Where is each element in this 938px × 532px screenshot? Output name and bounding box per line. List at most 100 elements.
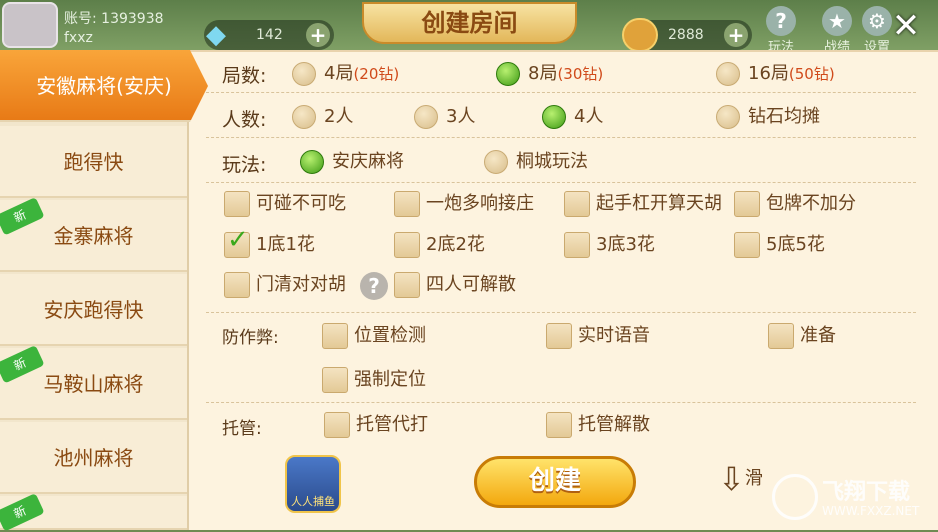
rules-button[interactable]: ? 玩法 bbox=[756, 6, 806, 55]
option-cost: (30钻) bbox=[557, 65, 604, 83]
checkbox-icon bbox=[322, 367, 348, 393]
option-text: 四人可解散 bbox=[426, 274, 516, 295]
option-text: 2底2花 bbox=[426, 234, 485, 255]
option-text: 4局 bbox=[324, 63, 354, 84]
close-icon: ✕ bbox=[891, 6, 921, 46]
checkbox-icon bbox=[224, 272, 250, 298]
players-option-split-diamonds[interactable]: 钻石均摊 bbox=[716, 104, 820, 130]
radio-icon bbox=[292, 62, 316, 86]
coin-balance: 2888 + bbox=[622, 18, 752, 52]
option-text: 桐城玩法 bbox=[516, 151, 588, 172]
trustee-label: 托管: bbox=[222, 419, 262, 439]
option-text: 5底5花 bbox=[766, 234, 825, 255]
radio-selected-icon bbox=[542, 105, 566, 129]
option-text: 强制定位 bbox=[354, 369, 426, 390]
checkbox-icon bbox=[224, 191, 250, 217]
players-option-2[interactable]: 2人 bbox=[292, 104, 353, 130]
option-text: 可碰不可吃 bbox=[256, 193, 346, 214]
rule-multi-win[interactable]: 一炮多响接庄 bbox=[394, 191, 534, 217]
rounds-option-16[interactable]: 16局(50钻) bbox=[716, 61, 835, 87]
add-diamond-button[interactable]: + bbox=[306, 23, 330, 47]
fishing-game-icon[interactable]: 人人捕鱼 bbox=[285, 455, 341, 513]
sidebar-item-anqing-paodekuai[interactable]: 安庆跑得快 bbox=[0, 274, 187, 346]
watermark-title: 飞翔下载 bbox=[822, 480, 911, 505]
avatar[interactable] bbox=[2, 2, 58, 48]
rule-1-base-1-flower[interactable]: 1底1花 bbox=[224, 227, 315, 258]
game-sidebar: 安徽麻将(安庆) 跑得快 新 金寨麻将 安庆跑得快 新 马鞍山麻将 池州麻将 新 bbox=[0, 50, 208, 532]
dialog-title-plate: 创建房间 bbox=[362, 2, 577, 44]
help-icon[interactable]: ? bbox=[360, 272, 388, 300]
checkbox-icon bbox=[322, 323, 348, 349]
option-text: 16局 bbox=[748, 63, 789, 84]
checkbox-checked-icon bbox=[224, 227, 250, 258]
create-room-button[interactable]: 创建 bbox=[474, 456, 636, 508]
divider bbox=[206, 137, 916, 138]
anticheat-ready[interactable]: 准备 bbox=[768, 323, 836, 349]
checkbox-icon bbox=[394, 272, 420, 298]
rule-peng-no-chi[interactable]: 可碰不可吃 bbox=[224, 191, 346, 217]
diamond-balance: ◆ 142 + bbox=[204, 20, 334, 50]
radio-icon bbox=[414, 105, 438, 129]
option-text: 2人 bbox=[324, 106, 354, 127]
rule-menqing-duidui[interactable]: 门清对对胡 bbox=[224, 272, 346, 298]
mode-option-tongcheng[interactable]: 桐城玩法 bbox=[484, 149, 588, 175]
divider bbox=[206, 182, 916, 183]
rule-four-can-dissolve[interactable]: 四人可解散 bbox=[394, 272, 516, 298]
option-text: 准备 bbox=[800, 325, 836, 346]
rule-5-base-5-flower[interactable]: 5底5花 bbox=[734, 232, 825, 258]
option-text: 8局 bbox=[528, 63, 558, 84]
option-text: 1底1花 bbox=[256, 234, 315, 255]
anticheat-label: 防作弊: bbox=[222, 328, 279, 348]
rounds-option-4[interactable]: 4局(20钻) bbox=[292, 61, 399, 87]
sidebar-item-label: 金寨麻将 bbox=[53, 224, 134, 248]
sidebar-item-paodekuai[interactable]: 跑得快 bbox=[0, 126, 187, 198]
checkbox-icon bbox=[324, 412, 350, 438]
sidebar-item-anhui-mahjong[interactable]: 安徽麻将(安庆) bbox=[0, 50, 208, 122]
sidebar-item-label: 安庆跑得快 bbox=[43, 298, 144, 322]
rule-3-base-3-flower[interactable]: 3底3花 bbox=[564, 232, 655, 258]
sidebar-item-chizhou-mahjong[interactable]: 池州麻将 bbox=[0, 422, 187, 494]
checkbox-icon bbox=[734, 191, 760, 217]
diamond-icon: ◆ bbox=[206, 20, 226, 50]
radio-icon bbox=[716, 105, 740, 129]
option-text: 位置检测 bbox=[354, 325, 426, 346]
anticheat-force-location[interactable]: 强制定位 bbox=[322, 367, 426, 393]
rule-kong-tianhu[interactable]: 起手杠开算天胡 bbox=[564, 191, 722, 217]
option-text: 托管解散 bbox=[578, 414, 650, 435]
close-button[interactable]: ✕ bbox=[882, 4, 930, 48]
option-text: 起手杠开算天胡 bbox=[596, 193, 722, 214]
sidebar-item-jinzhai-mahjong[interactable]: 新 金寨麻将 bbox=[0, 197, 187, 272]
trustee-auto-play[interactable]: 托管代打 bbox=[324, 412, 428, 438]
checkbox-icon bbox=[564, 232, 590, 258]
mode-option-anqing[interactable]: 安庆麻将 bbox=[300, 149, 404, 175]
account-id: 账号: 1393938 bbox=[64, 11, 164, 27]
checkbox-icon bbox=[734, 232, 760, 258]
arrow-down-icon: ⇩ bbox=[718, 460, 745, 498]
option-cost: (20钻) bbox=[353, 65, 400, 83]
anticheat-realtime-voice[interactable]: 实时语音 bbox=[546, 323, 650, 349]
rule-2-base-2-flower[interactable]: 2底2花 bbox=[394, 232, 485, 258]
record-button[interactable]: ★ 战绩 bbox=[812, 6, 862, 55]
radio-icon bbox=[292, 105, 316, 129]
option-text: 4人 bbox=[574, 106, 604, 127]
sidebar-item-maanshan-mahjong[interactable]: 新 马鞍山麻将 bbox=[0, 345, 187, 420]
fishing-game-label: 人人捕鱼 bbox=[291, 495, 335, 508]
watermark: 飞翔下载 WWW.FXXZ.NET bbox=[772, 472, 932, 524]
watermark-logo-icon bbox=[772, 474, 818, 520]
slide-hint-text: 滑 bbox=[744, 468, 763, 489]
add-coin-button[interactable]: + bbox=[724, 23, 748, 47]
rounds-option-8[interactable]: 8局(30钻) bbox=[496, 61, 603, 87]
checkbox-icon bbox=[564, 191, 590, 217]
trustee-dissolve[interactable]: 托管解散 bbox=[546, 412, 650, 438]
players-option-3[interactable]: 3人 bbox=[414, 104, 475, 130]
mode-label: 玩法: bbox=[222, 154, 267, 176]
players-option-4[interactable]: 4人 bbox=[542, 104, 603, 130]
divider bbox=[206, 312, 916, 313]
rule-no-bonus[interactable]: 包牌不加分 bbox=[734, 191, 856, 217]
sidebar-item-more[interactable]: 新 bbox=[0, 493, 187, 532]
star-icon: ★ bbox=[822, 6, 852, 36]
question-icon: ? bbox=[766, 6, 796, 36]
radio-icon bbox=[484, 150, 508, 174]
account-name: fxxz bbox=[64, 30, 93, 46]
anticheat-location-check[interactable]: 位置检测 bbox=[322, 323, 426, 349]
